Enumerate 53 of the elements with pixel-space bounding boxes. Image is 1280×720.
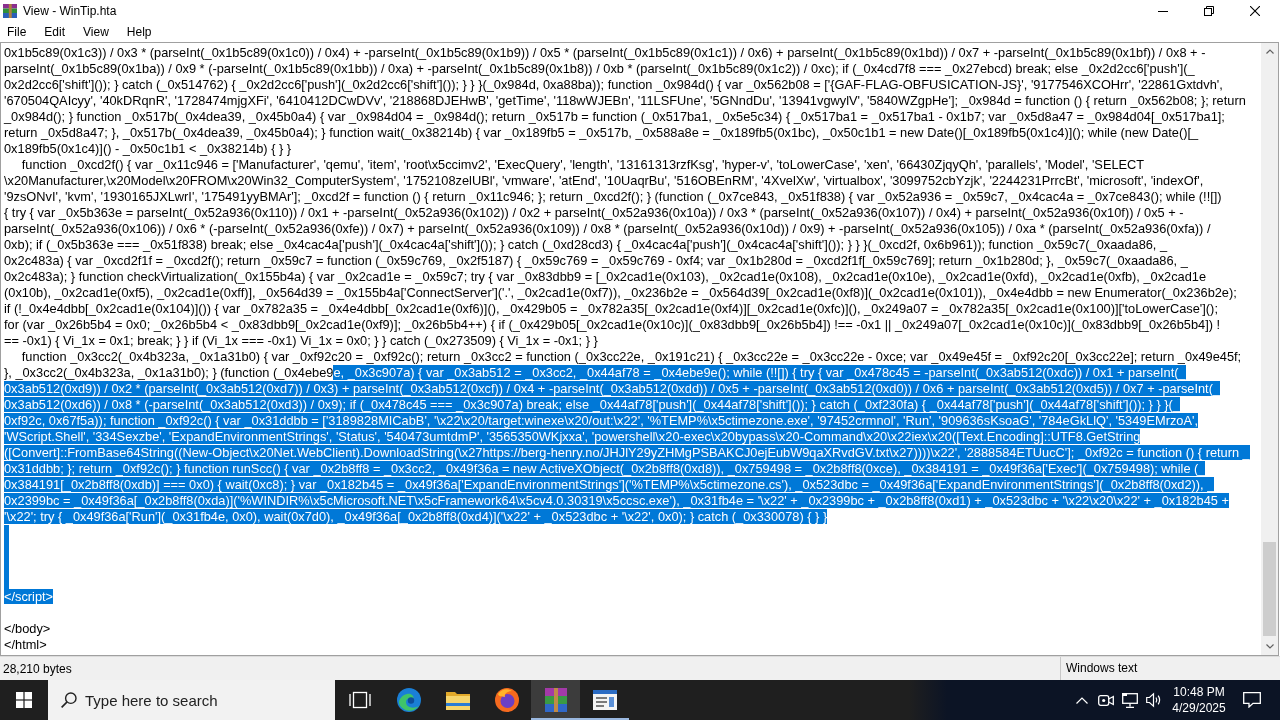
code-line: 0x1b5c89(0x1c3)) / 0x3 * (parseInt(_0x1b5c89(0x1c0)) / 0x4) + -parseInt(_0x1b5c89(0x1b9)) / 0x5 * (parseInt(_0x1b5c89(0x1c1)) / 0x6) + parseInt(_0x1b5c89(0x1bd)) / 0x7 + -parseInt(_0x1b5c89(0x1bf)) / 0x8 + - xyxy=(4,45,1206,60)
restore-icon xyxy=(1204,6,1214,16)
search-field[interactable]: Type here to search xyxy=(48,680,335,720)
code-line: return _0x5d8a47; }, _0x517b(_0x4dea39, _0x45b0a4); } function wait(_0x38214b) { var _0x189fb5 = _0x517b, _0x588a8e = _0x189fb5(0x1bc), _0x50c1b1 = new Date()[_0x189fb5(0x1c4)](); while (new Date()[_ xyxy=(4,125,1199,140)
clock-date: 4/29/2025 xyxy=(1172,700,1226,716)
browser-icon xyxy=(494,688,519,712)
monitor-icon xyxy=(1122,692,1138,708)
close-icon xyxy=(1250,6,1260,16)
camera-icon xyxy=(1098,692,1114,708)
code-line: for (var _0x26b5b4 = 0x0; _0x26b5b4 < _0x83dbb9[_0x2cad1e(0xf9)]; _0x26b5b4++) { if (_0x429b05[_0x2cad1e(0x10c)](_0x83dbb9[_0x26b5b4]) !== -0x1 || _0x249a07[_0x2cad1e(0x10c)](_0x83dbb9[_0x26b5b4]) ! xyxy=(4,317,1221,332)
browser-icon xyxy=(396,688,421,712)
code-line: </body> xyxy=(4,621,51,636)
speaker-icon xyxy=(1146,692,1162,708)
code-line: 0x2d2cc6['shift']()); } catch (_0x514762) { _0x2d2cc6['push'](_0x2d2cc6['shift']()); } } }(_0x984d, 0xa88ba)); function _0x984d() { var _0x562b08 = ['{GAF-FLAG-OBFUSICATION-JS}', '9177546XCOHrr', '22861Gxtdvh', xyxy=(4,77,1223,92)
menu-item[interactable]: File xyxy=(1,22,33,42)
code-line: function _0xcd2f() { var _0x11c946 = ['Manufacturer', 'qemu', 'item', 'root\x5ccimv2', 'ExecQuery', 'length', '13161313rzfKsg', 'hyper-v', 'toLowerCase', 'xen', '66430ZjqyQh', 'parallels', 'Model', 'SELECT xyxy=(20,157,1145,172)
books-icon xyxy=(543,688,568,712)
chevron-up-icon xyxy=(1265,49,1274,54)
scrollbar-thumb[interactable] xyxy=(1263,542,1276,636)
code-line: \x20Manufacturer,\x20Model\x20FROM\x20Win32_ComputerSystem', '1752108zelUBl', 'vmware', 'atEnd', '10UaqrBu', '516OBEnRM', '4XvelXw', 'virtualbox', '3099752cbYzjk', '2244231PrrcBt', 'microsoft', 'indexOf', xyxy=(4,173,1204,188)
code-line: == -0x1) { Vi_1x = 0x1; break; } } if (Vi_1x === -0x1) Vi_1x = 0x0; } } catch (_0x273509) { Vi_1x = -0x1; } } xyxy=(4,333,598,348)
minimize-icon xyxy=(1158,10,1168,12)
menu-item[interactable]: Help xyxy=(120,22,158,42)
menu-item[interactable]: View xyxy=(77,22,115,42)
chevron-down-icon xyxy=(1265,644,1274,649)
chevron-up-icon xyxy=(1076,696,1088,704)
window-panes-icon xyxy=(16,692,32,708)
code-line: function _0x3cc2(_0x4b323a, _0x1a31b0) { var _0xf92c20 = _0xf92c(); return _0x3cc2 = function (_0x3cc22e, _0x191c21) { _0x3cc22e = _0x3cc22e - 0xce; var _0x49e45f = _0xf92c20[_0x3cc22e]; return _0x49e45f; xyxy=(20,349,1242,364)
code-line: </html> xyxy=(4,637,47,652)
code-line: { try { var _0x5b363e = parseInt(_0x52a936(0x110)) / 0x1 + -parseInt(_0x52a936(0x102)) / 0x2 + parseInt(_0x52a936(0x10a)) / 0x3 * (parseInt(_0x52a936(0x107)) / 0x4) + parseInt(_0x52a936(0x10f)) / 0x5 + - xyxy=(4,205,1184,220)
clock-time: 10:48 PM xyxy=(1173,684,1225,700)
code-line: parseInt(_0x52a936(0x106)) / 0x6 * (-parseInt(_0x52a936(0xfe)) / 0x7) + parseInt(_0x52a936(0x109)) / 0x8 * (parseInt(_0x52a936(0x10d)) / 0x9) + -parseInt(_0x52a936(0x105)) / 0xa * (parseInt(_0x52a936(0xfa)) / xyxy=(4,221,1211,236)
window-title: View - WinTip.hta xyxy=(23,4,117,18)
code-line: if (!_0x4e4dbb[_0x2cad1e(0x104)]()) { var _0x782a35 = _0x4e4dbb[_0x2cad1e(0xf6)](), _0x429b05 = _0x782a35[_0x2cad1e(0xf4)][_0x2cad1e(0xfc)](), _0x249a07 = _0x782a35[_0x2cad1e(0x100)]['toLowerCase'](); xyxy=(4,301,1218,316)
frame-icon xyxy=(348,691,371,709)
menu-item[interactable]: Edit xyxy=(38,22,72,42)
folder-icon xyxy=(445,690,470,710)
window-icon xyxy=(592,690,617,710)
books-icon xyxy=(3,4,17,18)
code-line: (0x10b), _0x2cad1e(0xf5), _0x2cad1e(0xff)], _0x564d39 = _0x155b4a['ConnectServer']('.', _0x2cad1e(0xf7)), _0x236b2e = _0x564d39[_0x2cad1e(0xf8)](_0x2cad1e(0x101)), _0x4e4dbb = new Enumerator(_0x236b2e); xyxy=(4,285,1237,300)
code-line: _0x984d(); } function _0x517b(_0x4dea39, _0x45b0a4) { var _0x984d04 = _0x984d(); return _0x517b = function (_0x517ba1, _0x5e5c34) { _0x517ba1 = _0x517ba1 - 0x1b7; var _0x5d8a47 = _0x984d04[_0x517ba1]; xyxy=(4,109,1225,124)
code-line: }, _0x3cc2(_0x4b323a, _0x1a31b0); } (function (_0x4ebe9 xyxy=(4,365,334,380)
code-line: 0xb); if (_0x5b363e === _0x51f838) break; else _0x4cac4a['push'](_0x4cac4a['shift']()); } catch (_0xd28cd3) { _0x4cac4a['push'](_0x4cac4a['shift']()); } } }(_0xcd2f, 0x6b961)); function _0x59c7(_0xaada86, _ xyxy=(4,237,1168,252)
code-line: '670504QAIcyy', '40kDRqnR', '1728474mjgXFi', '6410412DCwDVv', '218868DJEHwB', 'getTime', '118wWJEBn', '11LSFUne', '5GNndDu', '13941vgwylV', '5840WZgpHe']; _0x984d = function () { return _0x562b08; }; return xyxy=(4,93,1246,108)
code-line: 0x189fb5(0x1c4)]() - _0x50c1b1 < _0x38214b) { } } xyxy=(4,141,292,156)
code-line: parseInt(_0x1b5c89(0x1ba)) / 0x9 * (-parseInt(_0x1b5c89(0x1bb)) / 0xa) + -parseInt(_0x1b5c89(0x1b8)) / 0xb * (parseInt(_0x1b5c89(0x1c2)) / 0xc); if (_0x4cd7f8 === _0x27ebcd) break; else _0x2d2cc6['push'](_ xyxy=(4,61,1195,76)
speech-bubble-icon xyxy=(1243,692,1261,708)
code-line: 0x2c483a) { var _0xcd2f1f = _0xcd2f(); return _0x59c7 = function (_0x59c769, _0x2f5187) { _0x59c769 = _0x59c769 - 0xf4; var _0x1b280d = _0xcd2f1f[_0x59c769]; return _0x1b280d; }, _0x59c7(_0xaada86, _ xyxy=(4,253,1188,268)
search-icon xyxy=(61,692,77,708)
file-size-label: 28,210 bytes xyxy=(2,661,72,676)
vertical-scrollbar[interactable] xyxy=(1261,43,1278,655)
code-line: '9zsONvI', 'kvm', '1930165JXLwrI', '175491yyBMAr']; _0xcd2f = function () { return _0x11c946; }; return _0xcd2f(); } (function (_0x7ce843, _0x51f838) { var _0x52a936 = _0x59c7, _0x4cac4a = _0x7ce843(); while (!![]) xyxy=(4,189,1222,204)
code-line: 0x2c483a); } function checkVirtualization(_0x155b4a) { var _0x2cad1e = _0x59c7; try { var _0x83dbb9 = [_0x2cad1e(0x103), _0x2cad1e(0x108), _0x2cad1e(0x10e), _0x2cad1e(0xfd), _0x2cad1e(0xfb), _0x2cad1e xyxy=(4,269,1207,284)
